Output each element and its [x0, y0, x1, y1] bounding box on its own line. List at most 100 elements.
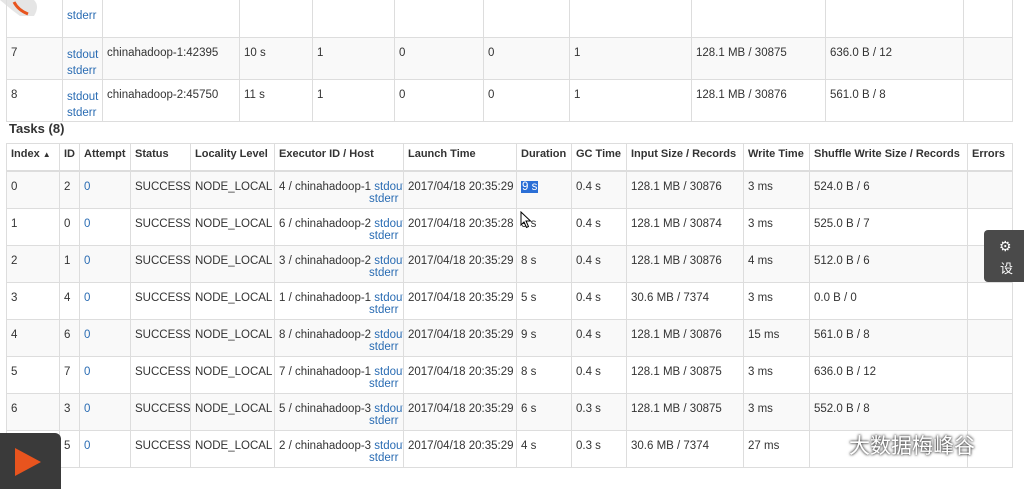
task-cell-errors — [967, 319, 1013, 357]
task-cell-id: 6 — [59, 319, 80, 357]
column-header-label: Launch Time — [408, 148, 476, 160]
task-cell-launch-time: 2017/04/18 20:35:29 — [403, 356, 517, 394]
task-cell-input: 128.1 MB / 30875 — [626, 356, 744, 394]
executor-cell-succeeded-tasks: 1 — [569, 79, 692, 122]
executor-cell-failed-tasks: 0 — [394, 79, 484, 122]
column-header-write-time[interactable]: Write Time — [743, 143, 810, 172]
column-header-locality-level[interactable]: Locality Level — [190, 143, 275, 172]
stderr-link[interactable]: stderr — [279, 452, 399, 464]
wechat-icon — [815, 432, 845, 461]
task-cell-write-time: 3 ms — [743, 282, 810, 320]
task-row: 3 4 0 SUCCESS NODE_LOCAL 1 / chinahadoop-1 st… — [6, 282, 1013, 320]
stderr-link[interactable]: stderr — [279, 267, 399, 279]
task-cell-index: 6 — [6, 393, 60, 431]
executor-cell-killed-tasks: 0 — [483, 37, 570, 80]
column-header-launch-time[interactable]: Launch Time — [403, 143, 517, 172]
column-header-shuffle-write-size-records[interactable]: Shuffle Write Size / Records — [809, 143, 968, 172]
task-cell-status: SUCCESS — [130, 170, 191, 209]
play-button[interactable] — [0, 433, 61, 489]
task-cell-errors — [967, 170, 1013, 209]
column-header-duration[interactable]: Duration — [516, 143, 572, 172]
stderr-link[interactable]: stderr — [279, 415, 399, 427]
stdout-link[interactable]: stdout — [374, 403, 402, 415]
stderr-link[interactable]: stderr — [279, 341, 399, 353]
stderr-link[interactable]: stderr — [279, 304, 399, 316]
task-cell-attempt: 0 — [79, 170, 131, 209]
column-header-id[interactable]: ID — [59, 143, 80, 172]
duration-value: 8 s — [521, 366, 537, 378]
task-cell-launch-time: 2017/04/18 20:35:29 — [403, 393, 517, 431]
executor-host: 3 / chinahadoop-2 — [279, 255, 372, 267]
task-cell-attempt: 0 — [79, 208, 131, 246]
duration-value: 6 s — [521, 403, 537, 415]
task-cell-index: 0 — [6, 170, 60, 209]
watermark-text: 大数据梅峰谷 — [849, 434, 975, 458]
task-cell-gc-time: 0.4 s — [571, 208, 627, 246]
executor-cell-failed-tasks: 0 — [394, 37, 484, 80]
settings-tab-label: 设 — [1000, 261, 1014, 276]
task-cell-executor: 6 / chinahadoop-2 stdout stderr — [274, 208, 404, 246]
stderr-link[interactable]: stderr — [279, 193, 399, 205]
column-header-label: Duration — [521, 148, 567, 160]
task-cell-shuffle-write: 524.0 B / 6 — [809, 170, 968, 209]
task-cell-id: 5 — [59, 430, 80, 468]
stderr-link[interactable]: stderr — [279, 378, 399, 390]
task-row: 5 7 0 SUCCESS NODE_LOCAL 7 / chinahadoop-1 st… — [6, 356, 1013, 394]
task-cell-duration: 4 s — [516, 430, 572, 468]
task-cell-status: SUCCESS — [130, 245, 191, 283]
executor-cell-input: 128.1 MB / 30875 — [691, 37, 826, 80]
task-cell-index: 1 — [6, 208, 60, 246]
task-cell-input: 128.1 MB / 30875 — [626, 393, 744, 431]
column-header-index[interactable]: Index ▲ — [6, 143, 60, 172]
task-cell-launch-time: 2017/04/18 20:35:28 — [403, 208, 517, 246]
stderr-link[interactable]: stderr — [67, 105, 98, 121]
task-row: 1 0 0 SUCCESS NODE_LOCAL 6 / chinahadoop-2 st… — [6, 208, 1013, 246]
stdout-link[interactable]: stdout — [67, 89, 98, 105]
executor-cell-total-tasks: 1 — [312, 79, 395, 122]
task-cell-input: 30.6 MB / 7374 — [626, 430, 744, 468]
task-cell-write-time: 3 ms — [743, 356, 810, 394]
task-cell-gc-time: 0.3 s — [571, 430, 627, 468]
column-header-label: Input Size / Records — [631, 148, 737, 160]
column-header-label: Status — [135, 148, 169, 160]
task-cell-locality: NODE_LOCAL — [190, 170, 275, 209]
task-cell-shuffle-write: 0.0 B / 0 — [809, 282, 968, 320]
stdout-link[interactable]: stdout — [374, 366, 402, 378]
stdout-link[interactable]: stdout — [374, 218, 402, 230]
task-row: 4 6 0 SUCCESS NODE_LOCAL 8 / chinahadoop-2 st… — [6, 319, 1013, 357]
duration-value: 8 s — [521, 255, 537, 267]
column-header-attempt[interactable]: Attempt — [79, 143, 131, 172]
column-header-errors[interactable]: Errors — [967, 143, 1013, 172]
sort-ascending-icon: ▲ — [42, 150, 51, 159]
task-cell-shuffle-write: 512.0 B / 6 — [809, 245, 968, 283]
stderr-link[interactable]: stderr — [279, 230, 399, 242]
executor-row: stderr — [6, 0, 1013, 38]
stderr-link[interactable]: stderr — [67, 8, 98, 24]
stdout-link[interactable]: stdout — [374, 440, 402, 452]
stderr-link[interactable]: stderr — [67, 63, 98, 79]
settings-side-tab[interactable]: ⚙ 设 — [984, 230, 1024, 282]
column-header-status[interactable]: Status — [130, 143, 191, 172]
task-cell-executor: 7 / chinahadoop-1 stdout stderr — [274, 356, 404, 394]
stdout-link[interactable]: stdout — [374, 329, 402, 341]
column-header-input-size-records[interactable]: Input Size / Records — [626, 143, 744, 172]
executor-cell-succeeded-tasks: 1 — [569, 37, 692, 80]
task-cell-locality: NODE_LOCAL — [190, 393, 275, 431]
executor-host: 7 / chinahadoop-1 — [279, 366, 372, 378]
stdout-link[interactable]: stdout — [67, 47, 98, 63]
stdout-link[interactable]: stdout — [374, 255, 402, 267]
stdout-link[interactable]: stdout — [374, 181, 402, 193]
column-header-gc-time[interactable]: GC Time — [571, 143, 627, 172]
stdout-link[interactable]: stdout — [374, 292, 402, 304]
task-cell-id: 3 — [59, 393, 80, 431]
column-header-executor-id-host[interactable]: Executor ID / Host — [274, 143, 404, 172]
column-header-label: Index — [11, 148, 40, 160]
task-cell-attempt: 0 — [79, 245, 131, 283]
column-header-label: Write Time — [748, 148, 804, 160]
task-cell-executor: 1 / chinahadoop-1 stdout stderr — [274, 282, 404, 320]
task-cell-locality: NODE_LOCAL — [190, 208, 275, 246]
column-header-label: Shuffle Write Size / Records — [814, 148, 960, 160]
task-cell-id: 2 — [59, 170, 80, 209]
executor-host: 1 / chinahadoop-1 — [279, 292, 372, 304]
task-cell-locality: NODE_LOCAL — [190, 245, 275, 283]
